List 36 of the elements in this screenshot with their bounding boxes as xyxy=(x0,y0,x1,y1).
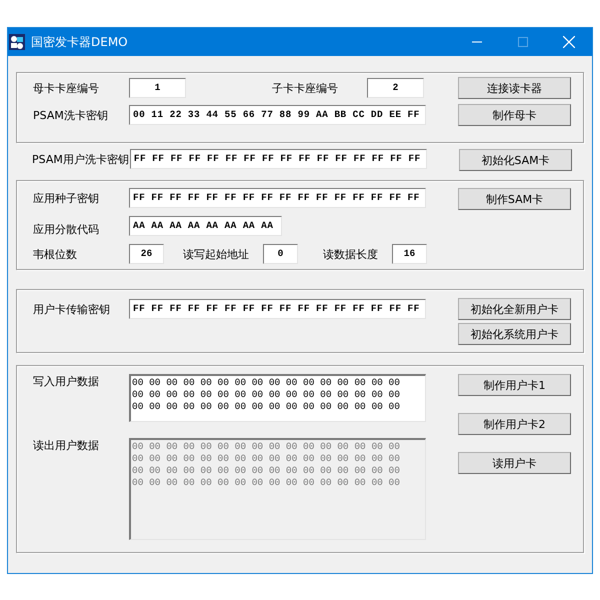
action-button[interactable]: 初始化系统用户卡 xyxy=(458,323,571,345)
field-label: 应用分散代码 xyxy=(33,222,100,237)
action-button[interactable]: 初始化全新用户卡 xyxy=(458,298,571,320)
field-label: 读写起始地址 xyxy=(183,246,250,262)
input-field[interactable]: FF FF FF FF FF FF FF FF FF FF FF FF FF FF FF FF xyxy=(129,299,426,319)
action-button[interactable]: 制作母卡 xyxy=(458,104,571,126)
app-icon xyxy=(9,34,25,50)
field-label: 用户卡传输密钥 xyxy=(33,302,111,316)
action-button[interactable]: 初始化SAM卡 xyxy=(459,149,572,171)
field-label: 读数据长度 xyxy=(323,246,379,262)
input-field[interactable]: FF FF FF FF FF FF FF FF FF FF FF FF FF FF FF FF xyxy=(129,188,426,208)
window-title: 国密发卡器DEMO xyxy=(31,34,129,50)
field-label: 韦根位数 xyxy=(33,246,78,262)
field-label: 写入用户数据 xyxy=(33,374,100,389)
input-field[interactable]: FF FF FF FF FF FF FF FF FF FF FF FF FF FF FF FF xyxy=(130,149,427,169)
input-field[interactable]: AA AA AA AA AA AA AA AA xyxy=(129,216,282,236)
input-field[interactable]: 0 xyxy=(263,244,298,264)
input-field[interactable]: 2 xyxy=(367,78,424,98)
field-label: 子卡卡座编号 xyxy=(272,80,339,96)
input-field[interactable]: 1 xyxy=(129,78,186,98)
text-area[interactable]: 00 00 00 00 00 00 00 00 00 00 00 00 00 00 00 00 00 00 00 00 00 00 00 00 00 00 00 00 00 00 00 00 00 00 00 00 00 00 00 00 00 00 00 00 00 00 00 00 xyxy=(129,374,426,422)
close-icon[interactable] xyxy=(563,36,575,48)
input-field[interactable]: 00 11 22 33 44 55 66 77 88 99 AA BB CC DD EE FF xyxy=(129,105,426,125)
field-label: 应用种子密钥 xyxy=(33,190,100,206)
action-button[interactable]: 制作SAM卡 xyxy=(458,188,571,210)
text-area[interactable]: 00 00 00 00 00 00 00 00 00 00 00 00 00 00 00 00 00 00 00 00 00 00 00 00 00 00 00 00 00 00 00 00 00 00 00 00 00 00 00 00 00 00 00 00 00 00 00 00 00 00 00 00 00 00 00 00 00 00 00 00 00 00 00 00 xyxy=(129,438,426,540)
field-label: PSAM用户洗卡密钥 xyxy=(32,152,130,166)
field-label: 母卡卡座编号 xyxy=(33,80,100,96)
field-label: PSAM洗卡密钥 xyxy=(33,108,109,122)
action-button[interactable]: 制作用户卡1 xyxy=(458,374,571,396)
field-label: 读出用户数据 xyxy=(33,438,100,453)
action-button[interactable]: 连接读卡器 xyxy=(458,77,571,99)
action-button[interactable]: 制作用户卡2 xyxy=(458,413,571,435)
input-field[interactable]: 26 xyxy=(129,244,164,264)
action-button[interactable]: 读用户卡 xyxy=(458,452,571,474)
input-field[interactable]: 16 xyxy=(392,244,427,264)
